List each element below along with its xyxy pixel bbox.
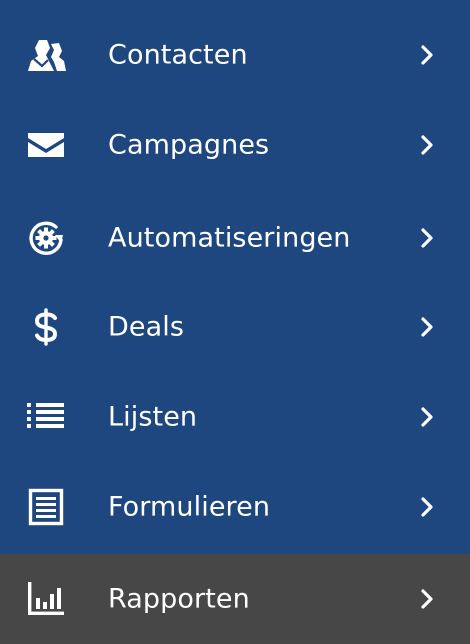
sidebar-item-label: Contacten <box>108 39 248 71</box>
sidebar-item-label: Lijsten <box>108 401 198 433</box>
chevron-right-icon <box>421 228 433 248</box>
dollar-icon <box>26 307 66 347</box>
sidebar-item-contacten[interactable]: Contacten <box>0 10 470 100</box>
chevron-right-icon <box>421 589 433 609</box>
sidebar-item-formulieren[interactable]: Formulieren <box>0 462 470 552</box>
sidebar-item-label: Rapporten <box>108 583 250 615</box>
automation-gear-icon <box>26 218 66 258</box>
sidebar-item-deals[interactable]: Deals <box>0 282 470 372</box>
contacts-icon <box>26 35 66 75</box>
sidebar-item-label: Campagnes <box>108 129 270 161</box>
chevron-right-icon <box>421 135 433 155</box>
sidebar-item-campagnes[interactable]: Campagnes <box>0 100 470 190</box>
chevron-right-icon <box>421 45 433 65</box>
sidebar-item-label: Deals <box>108 311 185 343</box>
sidebar-item-lijsten[interactable]: Lijsten <box>0 372 470 462</box>
sidebar-item-rapporten[interactable]: Rapporten <box>0 554 470 644</box>
list-icon <box>26 397 66 437</box>
form-icon <box>26 487 66 527</box>
sidebar-item-label: Automatiseringen <box>108 222 351 254</box>
chevron-right-icon <box>421 407 433 427</box>
sidebar-menu: Contacten Campagnes Automatiseringen Dea… <box>0 0 470 644</box>
bar-chart-icon <box>26 579 66 619</box>
sidebar-item-automatiseringen[interactable]: Automatiseringen <box>0 193 470 283</box>
chevron-right-icon <box>421 497 433 517</box>
sidebar-item-label: Formulieren <box>108 491 271 523</box>
envelope-icon <box>26 125 66 165</box>
chevron-right-icon <box>421 317 433 337</box>
